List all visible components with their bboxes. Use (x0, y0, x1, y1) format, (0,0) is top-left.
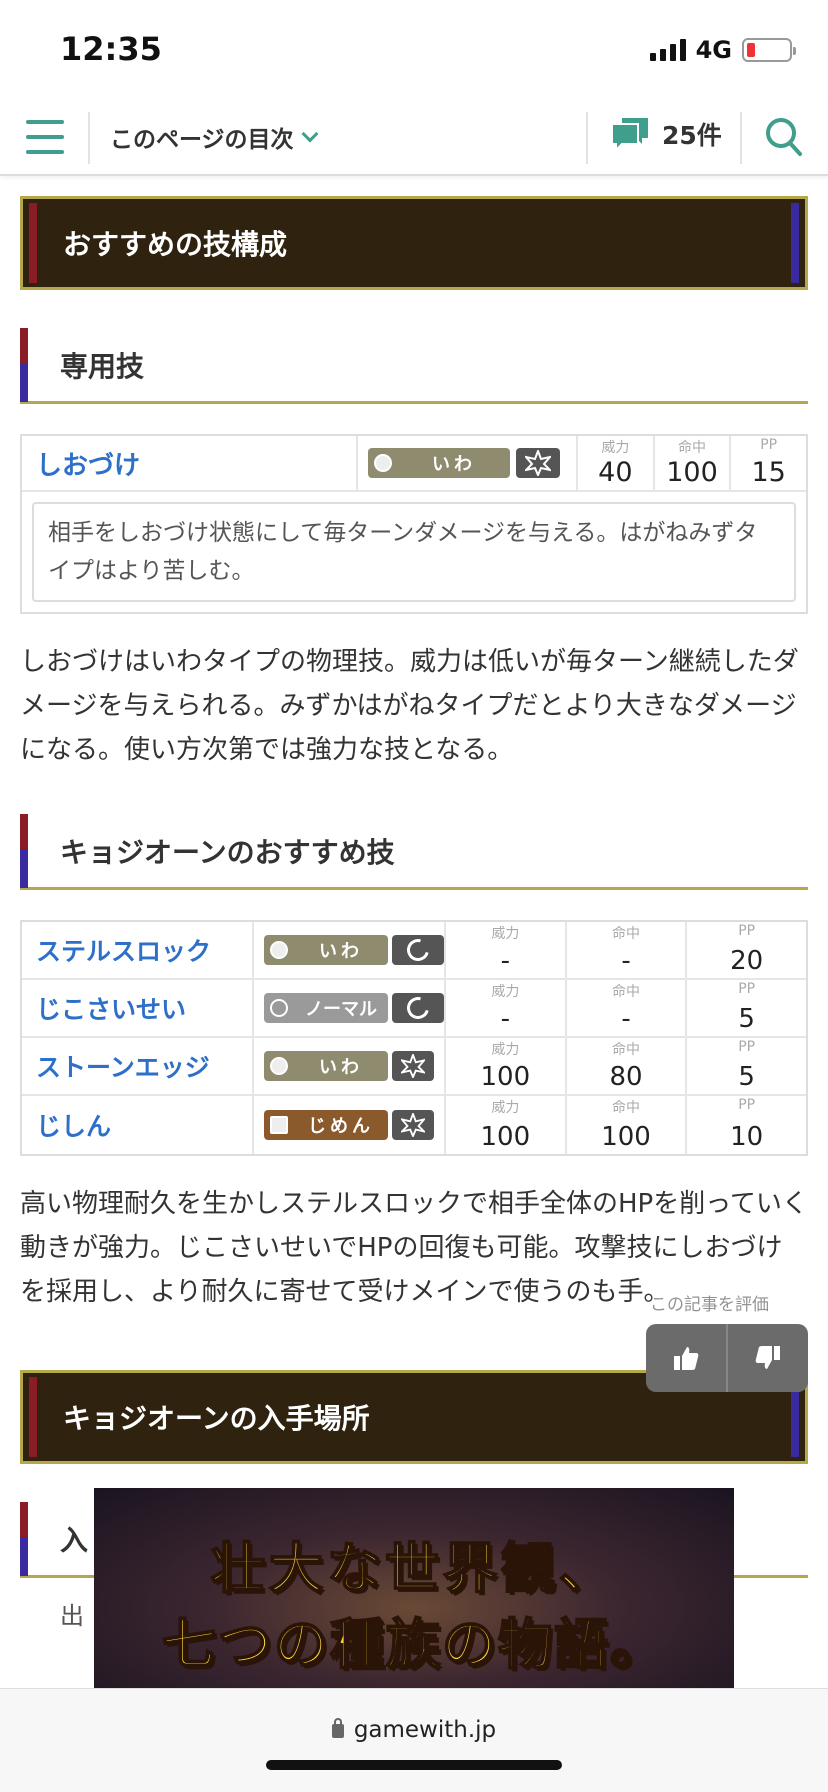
move-name-link[interactable]: ストーンエッジ (22, 1038, 254, 1094)
section-heading: おすすめの技構成 (20, 196, 808, 290)
status-icons: 4G (649, 36, 796, 64)
recommended-moves-table: ステルスロック いわ 威力 - 命中 - PP 20 じこさいせい ノーマル 威力 - … (20, 920, 808, 1156)
table-row: じこさいせい ノーマル 威力 - 命中 - PP 5 (22, 980, 806, 1038)
thumbs-down-button[interactable] (728, 1324, 808, 1392)
chevron-down-icon (301, 125, 319, 143)
accuracy-cell: 命中 100 (655, 436, 732, 490)
comment-icon (611, 118, 648, 153)
divider (740, 112, 742, 164)
signal-icon (649, 39, 686, 61)
ad-banner[interactable]: 壮大な世界観、 七つの種族の物語。 (94, 1488, 734, 1688)
comment-button[interactable]: 25件 (608, 114, 722, 154)
type-badge-ground: じめん (264, 1110, 388, 1140)
move-name-link[interactable]: じしん (22, 1096, 254, 1154)
top-nav: このページの目次 25件 (0, 100, 828, 176)
status-category-icon (392, 992, 444, 1024)
move-type-cell: いわ (254, 1038, 446, 1094)
thumbs-up-button[interactable] (646, 1324, 728, 1392)
thumbs-up-icon (674, 1347, 699, 1370)
table-row: じしん じめん 威力 100 命中 100 PP 10 (22, 1096, 806, 1154)
vote-label: この記事を評価 (650, 1295, 769, 1315)
move-description: 相手をしおづけ状態にして毎ターンダメージを与える。はがねみずタイプはより苦しむ。 (32, 502, 796, 602)
ad-headline: 壮大な世界観、 (210, 1536, 617, 1601)
divider (586, 112, 588, 164)
subsection-heading-text: 専用技 (60, 349, 145, 383)
move-type-cell: いわ (358, 436, 578, 490)
home-indicator[interactable] (266, 1760, 562, 1770)
move-type-cell: じめん (254, 1096, 446, 1154)
pp-cell: PP 5 (738, 981, 756, 1034)
physical-category-icon (392, 1110, 434, 1140)
normal-type-icon (264, 993, 294, 1023)
move-name-link[interactable]: ステルスロック (22, 922, 254, 978)
subsection-heading-text: キョジオーンのおすすめ技 (60, 835, 395, 869)
accuracy-cell: 命中 - (567, 980, 688, 1036)
table-row: しおづけ いわ 威力 40 命中 100 PP 15 (22, 436, 806, 492)
move-name-link[interactable]: じこさいせい (22, 980, 254, 1036)
ground-type-icon (264, 1110, 294, 1140)
power-cell: 威力 - (446, 922, 567, 978)
toc-label: このページの目次 (110, 127, 294, 153)
accuracy-cell: 命中 - (567, 922, 688, 978)
lock-icon (331, 1718, 344, 1738)
type-badge-normal: ノーマル (264, 993, 388, 1023)
power-cell: 威力 - (446, 980, 567, 1036)
paragraph: しおづけはいわタイプの物理技。威力は低いが毎ターン継続したダメージを与えられる。… (20, 647, 799, 765)
rock-type-icon (264, 935, 294, 965)
pp-cell: PP 5 (738, 1039, 756, 1092)
accuracy-cell: 命中 100 (567, 1096, 688, 1154)
accuracy-cell: 命中 80 (567, 1038, 688, 1094)
type-badge-rock: いわ (264, 1051, 388, 1081)
vote-widget (646, 1324, 808, 1392)
table-row: ストーンエッジ いわ 威力 100 命中 80 PP 5 (22, 1038, 806, 1096)
url-text: gamewith.jp (0, 1717, 828, 1743)
status-category-icon (392, 934, 444, 966)
article-content: おすすめの技構成 専用技 しおづけ いわ 威力 40 命中 100 PP 15 … (20, 176, 808, 1631)
type-badge-rock: いわ (264, 935, 388, 965)
power-cell: 威力 100 (446, 1038, 567, 1094)
subsection-heading: キョジオーンのおすすめ技 (20, 814, 808, 890)
move-name-link[interactable]: しおづけ (22, 436, 358, 490)
power-cell: 威力 100 (446, 1096, 567, 1154)
table-row: ステルスロック いわ 威力 - 命中 - PP 20 (22, 922, 806, 980)
type-badge-rock: いわ (368, 448, 510, 478)
status-bar: 12:35 4G (0, 0, 828, 100)
section-heading-text: キョジオーンの入手場所 (63, 1402, 370, 1435)
physical-category-icon (392, 1051, 434, 1081)
move-type-cell: ノーマル (254, 980, 446, 1036)
clock: 12:35 (60, 30, 162, 68)
pp-cell: PP 20 (730, 923, 764, 976)
section-heading-text: おすすめの技構成 (63, 228, 288, 261)
subsection-heading: 専用技 (20, 328, 808, 404)
move-type-cell: いわ (254, 922, 446, 978)
ad-subheadline: 七つの種族の物語。 (161, 1612, 666, 1677)
thumbs-down-icon (755, 1346, 780, 1369)
battery-icon (742, 38, 796, 62)
power-cell: 威力 40 (578, 436, 655, 490)
toc-dropdown[interactable]: このページの目次 (110, 120, 319, 154)
search-icon (766, 118, 802, 156)
comment-count: 25件 (662, 121, 722, 150)
menu-icon[interactable] (26, 120, 64, 154)
pp-cell: PP 15 (751, 437, 786, 488)
physical-category-icon (516, 448, 560, 478)
browser-url-bar[interactable]: gamewith.jp (0, 1688, 828, 1792)
exclusive-move-table: しおづけ いわ 威力 40 命中 100 PP 15 相手をしおづけ状態にして毎… (20, 434, 808, 614)
divider (88, 112, 90, 164)
rock-type-icon (368, 448, 398, 478)
network-label: 4G (695, 36, 732, 64)
pp-cell: PP 10 (730, 1097, 764, 1152)
search-button[interactable] (764, 116, 804, 162)
rock-type-icon (264, 1051, 294, 1081)
url-label: gamewith.jp (353, 1717, 497, 1743)
subsection-heading-text: 入 (60, 1523, 89, 1557)
